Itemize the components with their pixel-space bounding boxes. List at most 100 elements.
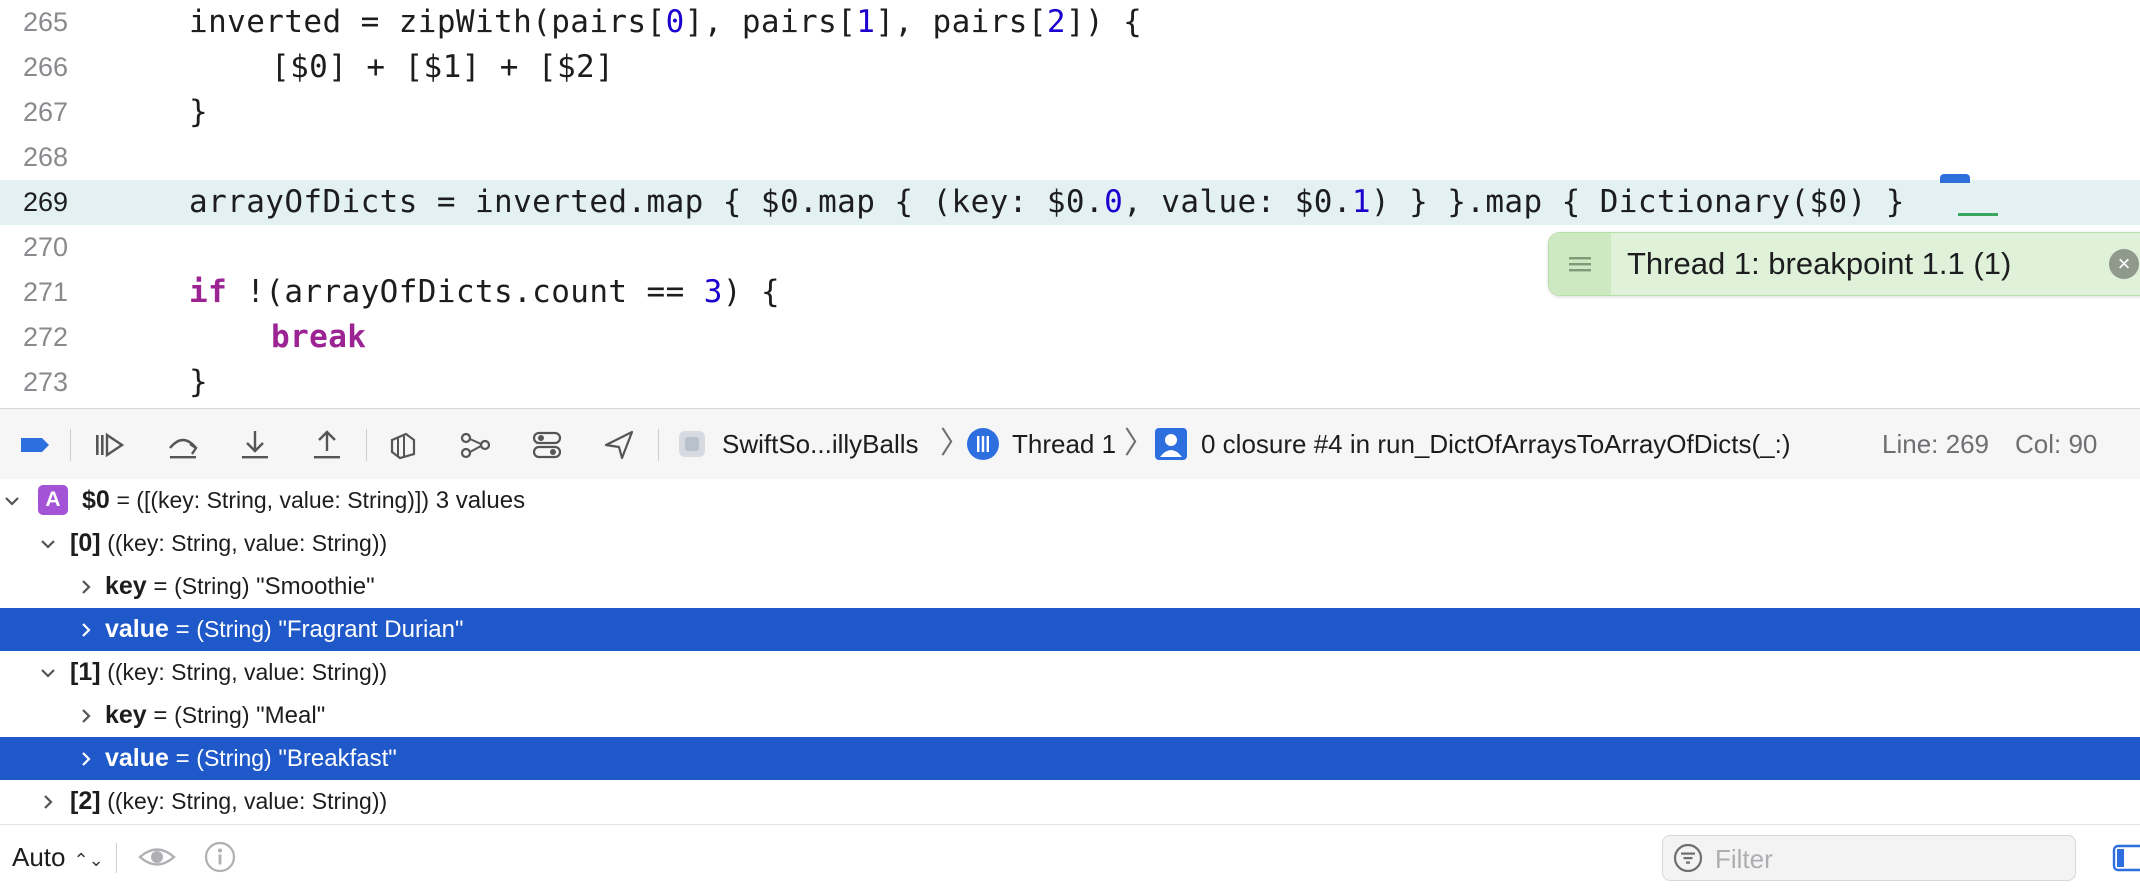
breakpoints-toggle-icon[interactable] xyxy=(18,428,52,462)
line-number: 271 xyxy=(22,277,68,307)
variable-row[interactable]: key = (String) "Smoothie" xyxy=(0,565,2140,608)
variable-name: value xyxy=(105,744,169,772)
column-indicator: Col: 90 xyxy=(2015,429,2098,459)
variable-row[interactable]: [2] ((key: String, value: String)) xyxy=(0,780,2140,823)
chevron-updown-icon: ⌃⌄ xyxy=(73,850,104,870)
variables-view[interactable]: A $0 = ([(key: String, value: String)]) 3… xyxy=(0,479,2140,824)
variable-type: (String) xyxy=(174,702,250,728)
line-number: 273 xyxy=(22,367,68,397)
chevron-right-icon[interactable] xyxy=(76,608,96,651)
variable-type: (String) xyxy=(196,745,272,771)
filter-icon xyxy=(1673,843,1703,873)
location-icon[interactable] xyxy=(602,428,636,462)
code-line[interactable]: 265 inverted = zipWith(pairs[0], pairs[1… xyxy=(0,0,2140,45)
column-marker xyxy=(1940,174,1970,183)
filter-field[interactable] xyxy=(1662,835,2076,882)
current-code-line[interactable]: 269 arrayOfDicts = inverted.map { $0.map… xyxy=(0,180,2140,225)
list-lines-icon xyxy=(1569,257,1591,272)
code-line[interactable]: 268 xyxy=(0,135,2140,180)
array-type-badge: A xyxy=(38,484,68,515)
breakpoint-annotation[interactable]: Thread 1: breakpoint 1.1 (1) × xyxy=(1548,232,2140,296)
scope-label: Auto xyxy=(12,842,66,872)
variable-row-selected[interactable]: value = (String) "Breakfast" xyxy=(0,737,2140,780)
variable-value: "Fragrant Durian" xyxy=(278,616,464,643)
breakpoint-banner-label: Thread 1: breakpoint 1.1 (1) xyxy=(1627,246,2012,281)
variable-name: value xyxy=(105,615,169,643)
chevron-down-icon[interactable] xyxy=(38,651,58,694)
chevron-right-icon[interactable] xyxy=(38,780,58,823)
variable-row[interactable]: [1] ((key: String, value: String)) xyxy=(0,651,2140,694)
variable-name: key xyxy=(105,572,147,600)
variable-type: ((key: String, value: String)) xyxy=(107,659,388,685)
close-icon[interactable]: × xyxy=(2109,249,2139,279)
variable-type: = ([(key: String, value: String)]) xyxy=(116,487,430,513)
equals: = xyxy=(153,702,168,729)
variable-value: "Meal" xyxy=(256,702,326,729)
debug-bar: SwiftSo...illyBalls 〉 Thread 1 〉 0 closu… xyxy=(0,408,2140,480)
variable-name: $0 xyxy=(82,486,110,514)
memory-graph-icon[interactable] xyxy=(458,428,492,462)
variable-row[interactable]: A $0 = ([(key: String, value: String)]) 3… xyxy=(0,479,2140,522)
environment-overrides-icon[interactable] xyxy=(530,428,564,462)
variable-name: [2] xyxy=(70,787,101,815)
eye-icon[interactable] xyxy=(137,842,177,872)
panel-toggle-icon[interactable] xyxy=(2112,843,2140,873)
breadcrumb-frame[interactable]: 0 closure #4 in run_DictOfArraysToArrayO… xyxy=(1201,409,1791,479)
code-line[interactable]: 272 break xyxy=(0,315,2140,360)
equals: = xyxy=(175,745,190,772)
code-text: break xyxy=(271,319,367,355)
line-number: 272 xyxy=(22,322,68,352)
step-into-icon[interactable] xyxy=(238,428,272,462)
variable-row[interactable]: key = (String) "Meal" xyxy=(0,694,2140,737)
equals: = xyxy=(153,573,168,600)
variable-name: key xyxy=(105,701,147,729)
variable-type: (String) xyxy=(196,616,272,642)
breadcrumb-thread[interactable]: Thread 1 xyxy=(1012,409,1116,479)
stack-frame-user-icon xyxy=(1154,427,1188,461)
code-line[interactable]: 267 } xyxy=(0,90,2140,135)
line-number: 270 xyxy=(22,232,68,262)
highlight-underline xyxy=(1958,213,1998,216)
code-text: inverted = zipWith(pairs[0], pairs[1], p… xyxy=(189,4,1143,40)
scope-popup[interactable]: Auto ⌃⌄ xyxy=(12,825,104,892)
breakpoint-banner-handle[interactable] xyxy=(1549,233,1611,295)
chevron-right-icon[interactable] xyxy=(76,737,96,780)
chevron-down-icon[interactable] xyxy=(38,522,58,565)
variable-type: (String) xyxy=(174,573,250,599)
variable-value: "Breakfast" xyxy=(278,745,397,772)
variable-name: [1] xyxy=(70,658,101,686)
view-hierarchy-icon[interactable] xyxy=(386,428,420,462)
line-number: 269 xyxy=(22,187,68,217)
source-editor[interactable]: 265 inverted = zipWith(pairs[0], pairs[1… xyxy=(0,0,2140,408)
variable-type: ((key: String, value: String)) xyxy=(107,530,388,556)
chevron-down-icon[interactable] xyxy=(2,479,22,522)
filter-input[interactable] xyxy=(1713,836,2067,882)
code-text: if !(arrayOfDicts.count == 3) { xyxy=(189,274,781,310)
line-indicator: Line: 269 xyxy=(1882,429,1989,459)
line-number: 265 xyxy=(22,7,68,37)
variable-value: "Smoothie" xyxy=(256,573,375,600)
chevron-right-icon[interactable] xyxy=(76,565,96,608)
thread-icon xyxy=(966,427,1000,461)
code-text: arrayOfDicts = inverted.map { $0.map { (… xyxy=(189,184,1905,220)
app-target-icon xyxy=(678,430,706,458)
equals: = xyxy=(175,616,190,643)
chevron-right-icon[interactable] xyxy=(76,694,96,737)
variable-type: ((key: String, value: String)) xyxy=(107,788,388,814)
continue-icon[interactable] xyxy=(92,428,126,462)
line-number: 268 xyxy=(22,142,68,172)
code-text: } xyxy=(189,364,209,400)
step-out-icon[interactable] xyxy=(310,428,344,462)
variable-name: [0] xyxy=(70,529,101,557)
variables-footer: Auto ⌃⌄ xyxy=(0,824,2140,889)
step-over-icon[interactable] xyxy=(166,428,200,462)
chevron-right-icon: 〉 xyxy=(1124,427,1154,460)
code-line[interactable]: 266 [$0] + [$1] + [$2] xyxy=(0,45,2140,90)
variable-row[interactable]: [0] ((key: String, value: String)) xyxy=(0,522,2140,565)
breadcrumb-target[interactable]: SwiftSo...illyBalls xyxy=(722,409,919,479)
variable-row-selected[interactable]: value = (String) "Fragrant Durian" xyxy=(0,608,2140,651)
code-line[interactable]: 273 } xyxy=(0,360,2140,405)
line-number: 266 xyxy=(22,52,68,82)
code-text: [$0] + [$1] + [$2] xyxy=(271,49,615,85)
info-icon[interactable] xyxy=(204,841,236,873)
